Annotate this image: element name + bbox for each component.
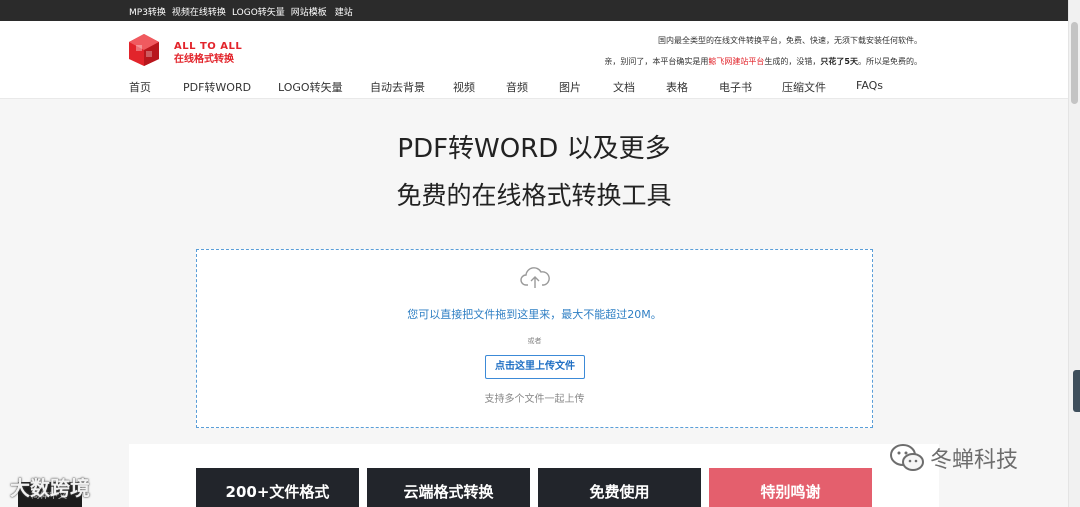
cloud-upload-icon — [520, 267, 550, 288]
top-link-template[interactable]: 网站模板 — [291, 5, 327, 18]
nav-item-remove-bg[interactable]: 自动去背景 — [370, 79, 425, 95]
notice-line-1: 国内最全类型的在线文件转换平台，免费、快速，无须下载安装任何软件。 — [658, 36, 922, 45]
notice-bold: 只花了5天 — [820, 57, 858, 66]
nav-item-faqs[interactable]: FAQs — [856, 79, 883, 92]
hero-title: PDF转WORD 以及更多 — [397, 134, 671, 164]
top-link-video[interactable]: 视频在线转换 — [172, 5, 226, 18]
watermark-right: 冬蝉科技 — [888, 442, 1018, 474]
top-links: MP3转换 视频在线转换 LOGO转矢量 网站模板 建站 — [129, 5, 353, 18]
top-link-logo[interactable]: LOGO转矢量 — [232, 5, 285, 18]
brand-name-cn: 在线格式转换 — [174, 54, 234, 65]
nav-item-audio[interactable]: 音频 — [506, 79, 528, 95]
feature-thanks: 特别鸣谢 — [709, 468, 872, 507]
dropzone-drag-text: 您可以直接把文件拖到这里来，最大不能超过20M。 — [407, 308, 662, 321]
nav-item-logo-vector[interactable]: LOGO转矢量 — [278, 79, 343, 95]
scrollbar-thumb[interactable] — [1071, 22, 1078, 104]
upload-dropzone[interactable]: 您可以直接把文件拖到这里来，最大不能超过20M。 或者 点击这里上传文件 支持多… — [196, 249, 873, 428]
wechat-icon — [890, 444, 924, 471]
page-scrollbar[interactable] — [1068, 0, 1080, 507]
nav-item-archive[interactable]: 压缩文件 — [782, 79, 826, 95]
feature-free: 免费使用 — [538, 468, 701, 507]
site-header: ALL TO ALL 在线格式转换 国内最全类型的在线文件转换平台，免费、快速，… — [0, 21, 1068, 99]
top-bar: MP3转换 视频在线转换 LOGO转矢量 网站模板 建站 — [0, 0, 1068, 21]
logo-icon[interactable] — [128, 33, 160, 67]
watermark-right-text: 冬蝉科技 — [930, 448, 1019, 473]
top-link-mp3[interactable]: MP3转换 — [129, 5, 166, 18]
top-link-build[interactable]: 建站 — [335, 5, 353, 18]
nav-item-video[interactable]: 视频 — [453, 79, 475, 95]
notice-line-2: 亲，别问了，本平台确实是用鲸飞网建站平台生成的，没错，只花了5天。所以是免费的。 — [604, 56, 922, 67]
side-tab[interactable] — [1073, 370, 1080, 412]
notice-text-c: 。所以是免费的。 — [858, 57, 922, 66]
brand[interactable]: ALL TO ALL 在线格式转换 — [174, 40, 242, 66]
brand-name-en: ALL TO ALL — [174, 41, 243, 52]
notice-text-a: 亲，别问了，本平台确实是用 — [604, 57, 709, 66]
nav-item-spreadsheet[interactable]: 表格 — [666, 79, 688, 95]
nav-item-home[interactable]: 首页 — [129, 79, 151, 95]
nav-item-pdf-word[interactable]: PDF转WORD — [183, 79, 251, 95]
nav-item-document[interactable]: 文档 — [613, 79, 635, 95]
feature-formats: 200+文件格式 — [196, 468, 359, 507]
hero-subtitle: 免费的在线格式转换工具 — [396, 181, 672, 210]
notice-link[interactable]: 鲸飞网建站平台 — [708, 57, 764, 66]
watermark-left: 大数跨境 — [10, 476, 90, 500]
notice-text-b: 生成的，没错， — [764, 57, 821, 66]
nav-item-ebook[interactable]: 电子书 — [719, 79, 752, 95]
feature-cloud: 云端格式转换 — [367, 468, 530, 507]
dropzone-multi-text: 支持多个文件一起上传 — [484, 394, 585, 405]
nav-item-image[interactable]: 图片 — [559, 79, 581, 95]
upload-file-button[interactable]: 点击这里上传文件 — [485, 355, 585, 379]
dropzone-or-text: 或者 — [527, 337, 542, 345]
